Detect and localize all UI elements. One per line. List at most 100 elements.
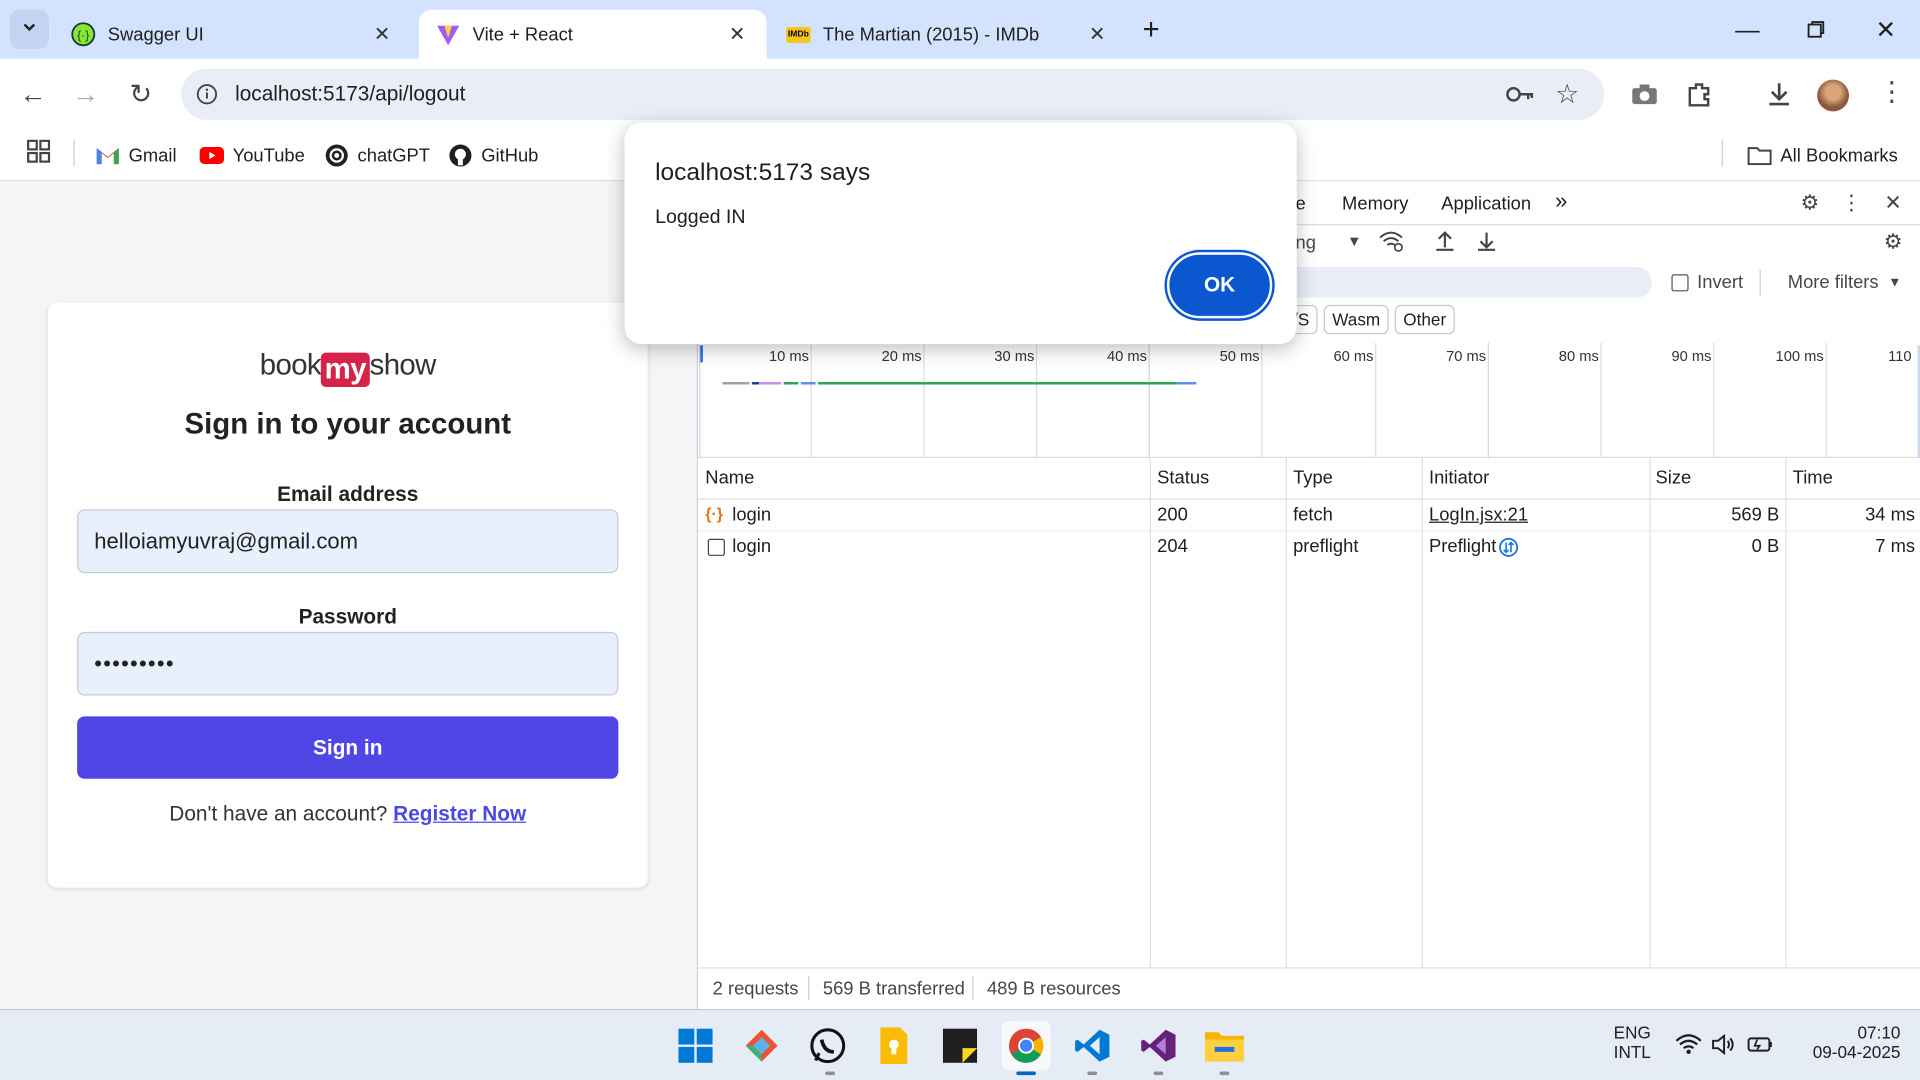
minimize-button[interactable]: —	[1729, 12, 1766, 49]
alert-dialog: localhost:5173 says Logged IN OK	[624, 122, 1297, 345]
apps-grid-icon[interactable]	[27, 139, 51, 164]
address-bar[interactable]: localhost:5173/api/logout ☆	[181, 68, 1605, 121]
bookmark-github[interactable]: GitHub	[448, 140, 538, 172]
grid-line	[810, 342, 812, 458]
google-keep-icon[interactable]	[869, 1021, 918, 1070]
tab-search-button[interactable]	[9, 9, 49, 49]
tab-performance-partial[interactable]: e	[1296, 193, 1306, 214]
download-icon[interactable]	[1766, 81, 1793, 108]
more-filters-button[interactable]: More filters	[1788, 272, 1879, 293]
caret-down-icon[interactable]: ▼	[1888, 276, 1901, 291]
tab-title: Swagger UI	[107, 23, 204, 45]
camera-icon[interactable]	[1631, 83, 1658, 105]
back-button[interactable]: ←	[12, 73, 54, 115]
running-indicator	[1219, 1071, 1230, 1076]
caret-down-icon[interactable]: ▼	[1347, 233, 1362, 250]
tab-title: Vite + React	[472, 23, 573, 45]
filter-input[interactable]	[1285, 266, 1652, 298]
request-initiator[interactable]: Preflight	[1429, 536, 1496, 557]
whatsapp-icon[interactable]	[803, 1021, 852, 1070]
bookmark-youtube[interactable]: YouTube	[199, 140, 305, 172]
password-key-icon[interactable]	[1506, 83, 1535, 105]
column-type[interactable]: Type	[1293, 468, 1333, 489]
tick-label: 80 ms	[1558, 347, 1599, 365]
sticky-notes-icon[interactable]	[936, 1021, 985, 1070]
close-icon[interactable]: ✕	[370, 22, 394, 46]
windows-start-icon[interactable]	[671, 1021, 720, 1070]
table-row[interactable]: {·} login 200 fetch LogIn.jsx:21 569 B 3…	[697, 500, 1920, 532]
extensions-icon[interactable]	[1686, 81, 1713, 108]
network-conditions-icon[interactable]	[1378, 230, 1405, 252]
request-count: 2 requests	[712, 978, 799, 1000]
folder-icon	[1747, 143, 1772, 167]
download-har-icon[interactable]	[1476, 230, 1498, 252]
clock[interactable]: 07:10 09-04-2025	[1788, 1022, 1901, 1061]
imdb-badge: IMDb	[786, 26, 811, 43]
tab-application[interactable]: Application	[1441, 193, 1531, 214]
restore-button[interactable]	[1798, 12, 1835, 49]
battery-icon[interactable]	[1747, 1035, 1774, 1055]
request-type: fetch	[1293, 504, 1333, 526]
language-indicator[interactable]: ENG INTL	[1607, 1022, 1658, 1061]
close-window-button[interactable]: ✕	[1867, 12, 1904, 49]
bookmark-chatgpt[interactable]: chatGPT	[324, 140, 430, 172]
grid-line	[1261, 342, 1263, 458]
url-text: localhost:5173/api/logout	[235, 82, 466, 106]
volume-icon[interactable]	[1711, 1033, 1738, 1056]
wifi-icon[interactable]	[1675, 1033, 1702, 1055]
email-field[interactable]: helloiamyuvraj@gmail.com	[77, 509, 619, 574]
reload-button[interactable]: ↻	[120, 73, 162, 115]
swagger-icon: {·}	[71, 22, 96, 47]
request-time: 7 ms	[1875, 536, 1916, 558]
network-settings-icon[interactable]: ⚙	[1877, 227, 1909, 259]
avatar[interactable]	[1817, 79, 1849, 112]
logo-show: show	[369, 348, 437, 383]
invert-checkbox[interactable]	[1671, 274, 1689, 292]
initiator-link[interactable]: LogIn.jsx:21	[1429, 504, 1528, 525]
close-devtools-icon[interactable]: ✕	[1877, 187, 1909, 219]
gear-icon[interactable]: ⚙	[1794, 187, 1826, 219]
vscode-icon[interactable]	[1068, 1021, 1117, 1070]
column-status[interactable]: Status	[1157, 468, 1209, 489]
column-time[interactable]: Time	[1793, 468, 1833, 489]
throttle-select[interactable]: ng	[1296, 233, 1316, 254]
tab-memory[interactable]: Memory	[1342, 193, 1408, 214]
grid-line	[1375, 342, 1377, 458]
logo-my: my	[321, 352, 370, 387]
devtools-menu-icon[interactable]: ⋮	[1836, 187, 1868, 219]
bookmark-gmail[interactable]: Gmail	[96, 140, 177, 172]
tick-label: 60 ms	[1333, 347, 1374, 365]
table-row[interactable]: login 204 preflight Preflight 0 B 7 ms	[698, 531, 1920, 563]
close-icon[interactable]: ✕	[725, 22, 749, 46]
chrome-icon[interactable]	[1001, 1021, 1051, 1071]
request-type: preflight	[1293, 536, 1359, 558]
column-name[interactable]: Name	[705, 468, 754, 489]
sign-in-button[interactable]: Sign in	[77, 716, 619, 779]
git-app-icon[interactable]	[737, 1021, 786, 1070]
file-explorer-icon[interactable]	[1200, 1021, 1249, 1070]
tab-vite-react[interactable]: Vite + React ✕	[418, 9, 767, 59]
new-tab-button[interactable]: +	[1133, 12, 1170, 49]
visual-studio-icon[interactable]	[1134, 1021, 1183, 1070]
ok-button[interactable]: OK	[1166, 252, 1273, 319]
forward-button[interactable]: →	[65, 73, 107, 115]
bookmark-star-icon[interactable]: ☆	[1555, 78, 1579, 110]
request-status: 204	[1157, 536, 1188, 558]
close-icon[interactable]: ✕	[1085, 22, 1109, 46]
upload-icon[interactable]	[1434, 230, 1456, 252]
filter-other[interactable]: Other	[1394, 304, 1455, 335]
timeline-overview[interactable]: 10 ms 20 ms 30 ms 40 ms 50 ms 60 ms 70 m…	[697, 340, 1920, 458]
site-info-icon[interactable]	[196, 83, 218, 105]
more-tabs-icon[interactable]: »	[1555, 189, 1567, 215]
register-link[interactable]: Register Now	[393, 802, 526, 825]
filter-wasm[interactable]: Wasm	[1323, 304, 1389, 335]
all-bookmarks[interactable]: All Bookmarks	[1747, 140, 1898, 172]
browser-menu-icon[interactable]: ⋮	[1878, 76, 1905, 108]
password-field[interactable]: •••••••••	[77, 631, 619, 696]
column-size[interactable]: Size	[1656, 468, 1692, 489]
preflight-link-icon[interactable]	[1499, 537, 1519, 558]
page-viewport: book my show Sign in to your account Email…	[0, 181, 697, 1009]
tab-swagger[interactable]: {·} Swagger UI ✕	[54, 10, 412, 59]
tab-imdb[interactable]: IMDb The Martian (2015) - IMDb ✕	[769, 10, 1127, 59]
column-initiator[interactable]: Initiator	[1429, 468, 1489, 489]
